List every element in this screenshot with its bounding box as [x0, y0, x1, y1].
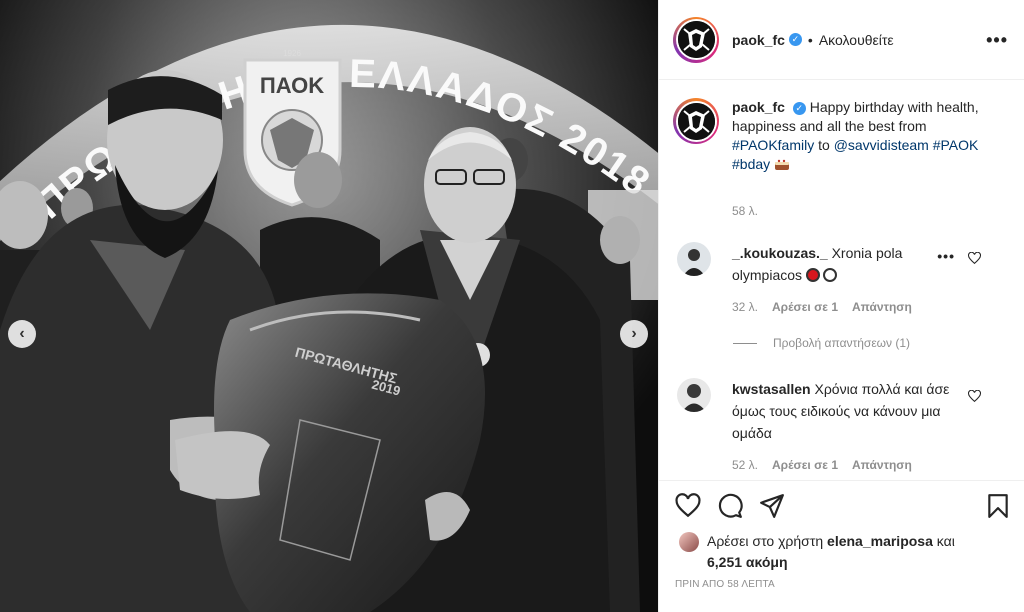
post-header: paok_fc ✓ • Ακολουθείτε ••• [659, 0, 1024, 80]
post-timestamp[interactable]: ΠΡΙΝ ΑΠΟ 58 ΛΕΠΤΑ [675, 579, 775, 590]
liker-avatar[interactable] [679, 532, 699, 552]
chevron-left-icon: ‹ [19, 325, 25, 342]
header-avatar[interactable] [673, 16, 719, 63]
comments-section: paok_fc ✓ Happy birthday with health, ha… [659, 80, 1024, 480]
commenter-avatar[interactable] [677, 242, 711, 276]
next-photo-button[interactable]: › [620, 320, 648, 348]
likes-summary: Αρέσει στο χρήστη elena_mariposa και 6,2… [679, 531, 1007, 573]
comment-item: kwstasallen Χρόνια πολλά και άσε όμως το… [677, 378, 1007, 476]
comment-item: _.koukouzas._ Xronia pola olympiacos 32 … [677, 242, 1007, 318]
more-options-icon[interactable]: ••• [986, 30, 1008, 51]
comment-options-icon[interactable]: ••• [937, 248, 955, 264]
replies-divider [733, 342, 757, 344]
hashtag-link[interactable]: #PAOK [933, 137, 979, 153]
comment-username[interactable]: _.koukouzas._ [732, 245, 828, 261]
likes-count[interactable]: 6,251 ακόμη [707, 552, 1007, 573]
share-send-icon[interactable] [759, 493, 785, 519]
chevron-right-icon: › [631, 325, 637, 342]
likes-prefix: Αρέσει στο χρήστη [707, 533, 828, 549]
view-replies-label: Προβολή απαντήσεων (1) [773, 336, 911, 350]
view-replies-button[interactable]: Προβολή απαντήσεων (1) [733, 336, 910, 350]
like-heart-icon[interactable] [675, 493, 701, 519]
photo-scene: ΠΡΩΤΑΘΛΗΤΗΣ ΕΛΛΑΔΟΣ 2018-19 1926 ΠΑΟΚ [0, 0, 658, 612]
caption-text: paok_fc ✓ Happy birthday with health, ha… [732, 98, 1002, 174]
crest-year: 1926 [283, 49, 301, 58]
verified-badge-icon: ✓ [792, 102, 806, 115]
caption-username[interactable]: paok_fc [732, 99, 785, 115]
caption-avatar[interactable] [673, 98, 719, 144]
commenter-avatar[interactable] [677, 378, 711, 412]
mention-link[interactable]: @savvidisteam [834, 137, 929, 153]
comment-timestamp[interactable]: 32 λ. [732, 296, 758, 318]
reply-button[interactable]: Απάντηση [852, 454, 912, 476]
comment-likes[interactable]: Αρέσει σε 1 [772, 296, 838, 318]
save-bookmark-icon[interactable] [985, 493, 1011, 519]
like-comment-heart-icon[interactable] [968, 390, 981, 403]
comment-likes[interactable]: Αρέσει σε 1 [772, 454, 838, 476]
comment-timestamp[interactable]: 52 λ. [732, 454, 758, 476]
hashtag-link[interactable]: #PAOKfamily [732, 137, 814, 153]
post-caption: paok_fc ✓ Happy birthday with health, ha… [673, 98, 1013, 174]
caption-timestamp[interactable]: 58 λ. [732, 204, 758, 218]
post-photo[interactable]: ΠΡΩΤΑΘΛΗΤΗΣ ΕΛΛΑΔΟΣ 2018-19 1926 ΠΑΟΚ [0, 0, 658, 612]
liker-username[interactable]: elena_mariposa [827, 533, 933, 549]
paok-logo-icon [677, 21, 715, 58]
header-username[interactable]: paok_fc [732, 32, 785, 48]
caption-text-part2: to [814, 137, 834, 153]
cake-emoji-icon [774, 156, 790, 172]
red-circle-emoji-icon [805, 268, 820, 282]
reply-button[interactable]: Απάντηση [852, 296, 912, 318]
previous-photo-button[interactable]: ‹ [8, 320, 36, 348]
comment-bubble-icon[interactable] [717, 493, 743, 519]
following-button[interactable]: Ακολουθείτε [819, 32, 894, 48]
post-actions: Αρέσει στο χρήστη elena_mariposa και 6,2… [659, 480, 1024, 612]
like-comment-heart-icon[interactable] [968, 252, 981, 265]
hashtag-link[interactable]: #bday [732, 156, 770, 172]
verified-badge-icon: ✓ [788, 33, 802, 46]
header-separator: • [807, 31, 813, 48]
paok-logo-icon [677, 102, 715, 140]
crest-text: ΠΑΟΚ [260, 73, 324, 98]
white-circle-emoji-icon [822, 268, 837, 282]
comment-username[interactable]: kwstasallen [732, 381, 811, 397]
likes-middle: και [932, 533, 955, 549]
post-sidebar: paok_fc ✓ • Ακολουθείτε ••• paok_fc ✓ Ha… [658, 0, 1024, 612]
